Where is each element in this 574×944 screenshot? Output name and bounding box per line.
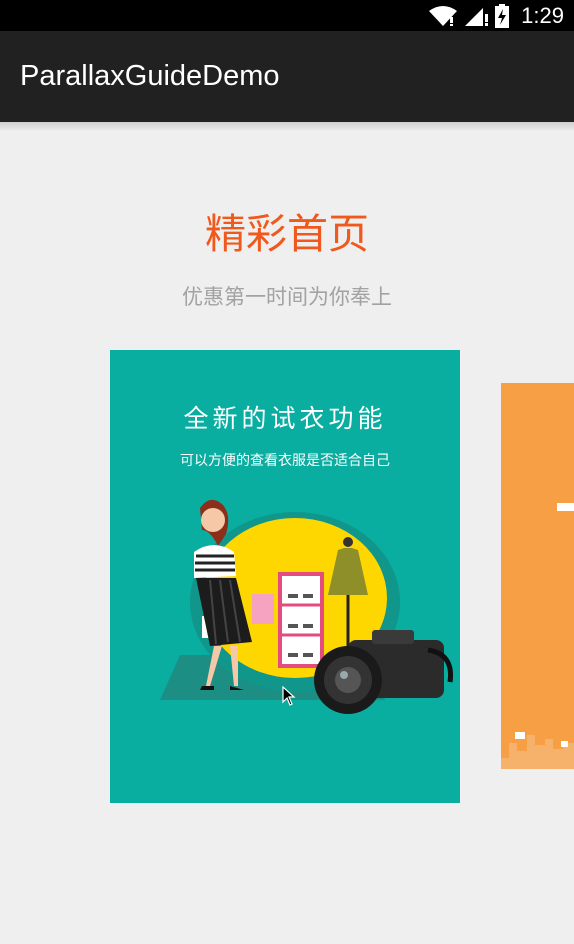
status-time: 1:29	[521, 2, 564, 28]
mouse-cursor-icon	[282, 686, 296, 706]
guide-page-card[interactable]: 全新的试衣功能 可以方便的查看衣服是否适合自己	[110, 350, 460, 803]
status-icons: 1:29	[429, 0, 564, 31]
next-guide-page-card[interactable]	[501, 383, 574, 769]
status-bar: 1:29	[0, 0, 574, 31]
app-bar-shadow	[0, 122, 574, 130]
guide-title: 精彩首页	[205, 210, 369, 258]
app-title: ParallaxGuideDemo	[20, 60, 280, 92]
city-skyline-illustration	[501, 503, 574, 769]
wifi-icon	[429, 5, 458, 26]
signal-icon	[465, 7, 489, 26]
battery-charging-icon	[495, 3, 510, 28]
guide-subtitle: 优惠第一时间为你奉上	[182, 285, 392, 309]
app-bar: ParallaxGuideDemo	[0, 31, 574, 122]
guide-page-description: 可以方便的查看衣服是否适合自己	[180, 453, 390, 469]
guide-page-heading: 全新的试衣功能	[183, 404, 387, 433]
